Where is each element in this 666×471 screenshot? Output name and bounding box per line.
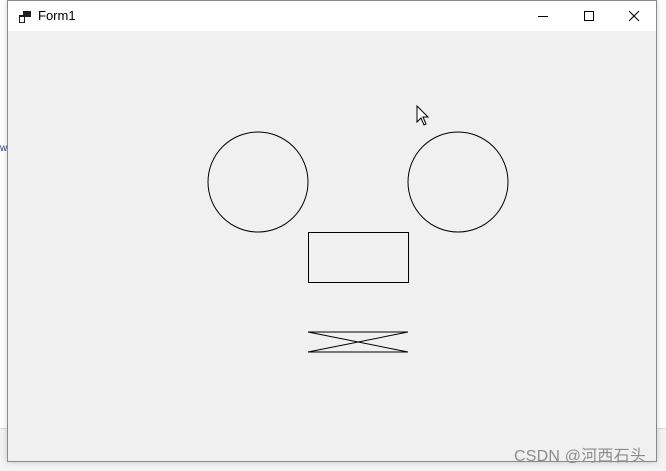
minimize-icon — [538, 16, 548, 17]
close-button[interactable] — [611, 1, 657, 31]
window-title: Form1 — [38, 8, 76, 23]
drawing-canvas — [207, 131, 509, 353]
rectangle — [308, 232, 409, 283]
maximize-button[interactable] — [566, 1, 612, 31]
mouse-cursor-icon — [416, 105, 430, 126]
right-circle — [407, 131, 509, 233]
app-window-icon — [19, 11, 31, 23]
form-client-area[interactable] — [8, 31, 656, 461]
left-circle — [207, 131, 309, 233]
hourglass-crossed-lines — [307, 331, 409, 353]
form-window[interactable]: Form1 — [7, 0, 657, 462]
maximize-icon — [584, 11, 594, 21]
minimize-button[interactable] — [520, 1, 566, 31]
watermark: CSDN @河西石头 — [514, 448, 647, 465]
close-icon — [628, 10, 640, 22]
title-bar[interactable]: Form1 — [8, 1, 656, 31]
